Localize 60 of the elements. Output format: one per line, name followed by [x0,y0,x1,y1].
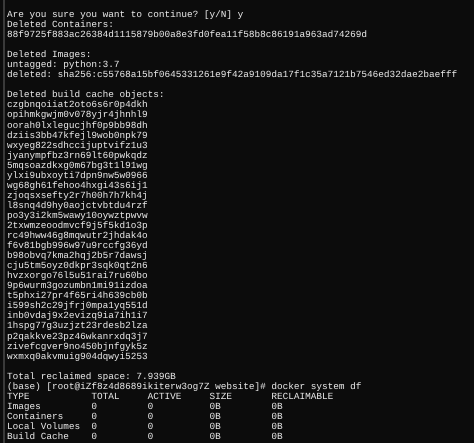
column-header: SIZE [210,392,232,402]
terminal-line: b98obvq7kma2hqj2b5r7dawsj [7,251,148,262]
table-cell-text: 0 [91,402,98,412]
table-cell-text: 0 [148,432,154,442]
terminal-line: 88f9725f883ac26384d1115879b00a8e3fd0fea11f58b8c86191a963ad74269d [7,30,368,40]
table-cell-text: Containers [7,412,64,422]
table-cell-text: 0B [210,432,222,442]
terminal-line: f6v81bgb996w97u9rccfg36yd [7,241,148,252]
terminal-line: inb0vdaj9x2evizq9ia7ih1i7 [7,311,148,322]
terminal-line: p2qakkve23pz46wkanrxdq3j7 [7,332,148,342]
terminal-line: 1hspg77g3uzjzt23rdesb2lza [7,321,148,332]
table-cell-text: 0B [271,412,284,422]
column-header: RECLAIMABLE [271,392,334,402]
terminal-line: t5phxi27pr4f65ri4h639cb0b [7,291,148,302]
terminal-line: (base) [root@iZf8z4d8689ikiterw3og7Z website]# docker system df [7,382,362,392]
column-header: ACTIVE [148,392,182,402]
terminal-line: Deleted build cache objects: [7,90,165,100]
table-cell-text: Images [7,402,42,412]
column-header: TOTAL [91,392,120,402]
terminal-line: wxmxq0akvmuig904dqwyi5253 [7,352,148,362]
terminal-line: wg68gh61fehoo4hxgi43s6ij1 [7,180,148,191]
terminal-line: Are you sure you want to continue? [y/N] y [7,10,244,20]
terminal-line: untagged: python:3.7 [7,60,120,70]
terminal-line: 2txwmzeoodmvcf9j5f5kd1o3p [7,220,148,231]
terminal-line: zivefcgver9no450bjnfgyk5z [7,342,148,352]
table-cell-text: 0 [148,412,154,422]
table-cell-text: 0B [271,432,284,442]
terminal-line: opihmkgwjm0v078yjr4jhnhl9 [7,110,148,121]
table-cell-text: 0 [91,422,98,432]
terminal-line: Total reclaimed space: 7.939GB [7,372,176,382]
table-cell-text: 0 [148,422,154,432]
terminal-line: jyanympfbz3rn69lt60pwkqdz [7,150,148,161]
terminal-line: czgbnqoiiat2oto6s6r0p4dkh [7,100,148,110]
terminal-line: 9p6wurm3gozumbn1mi91izdoa [7,281,148,292]
table-cell-text: 0B [210,412,222,422]
table-cell-text: 0B [271,422,284,432]
terminal-line: wxyeg822sdhccijuptvifz1u3 [7,140,148,151]
table-cell-text: 0B [210,402,222,412]
table-cell-text: 0 [91,412,98,422]
terminal-line: i599sh2c29jfrj0mpa1yq551d [7,301,148,312]
terminal-line: hvzxorgo76l5u51rai7ru60bo [7,271,148,282]
table-cell-text: Build Cache [7,432,70,442]
terminal-line: cju5tm5oyz0dkpr3sqk0qt2n6 [7,261,148,272]
terminal-line: 5mqsoazdkxg0m67bg3t1l91wg [7,160,148,171]
table-cell-text: Local Volumes [7,422,82,432]
terminal-line: po3y3i2km5wawy10oywztpwvw [7,210,148,221]
table-cell-text: 0B [271,402,284,412]
terminal-line: zjoqsxsefty2r7h00h7h7kh4j [7,190,148,201]
terminal-line: deleted: sha256:c55768a15bf0645331261e9f42a9109da17f1c35a7121b7546ed32dae2baefff [7,70,458,80]
terminal-line: oorah0lxlegucjhf0p9bb98dh [7,120,148,131]
terminal-line: Deleted Containers: [7,20,114,30]
terminal-line: dziis3bb47kfejl9wob0npk79 [7,130,148,141]
terminal-line: l8snq4d9hy0aojctvbtdu4rzf [7,200,148,211]
terminal-line: ylxi9ubxoyti7dpn9nw5w0966 [7,170,148,181]
table-cell-text: 0 [148,402,154,412]
terminal-line: rc49hww46g8mqwutr2jhdak4o [7,231,148,242]
terminal-line: Deleted Images: [7,50,92,60]
table-cell-text: 0 [91,432,98,442]
column-header: TYPE [7,392,30,402]
table-cell-text: 0B [210,422,222,432]
